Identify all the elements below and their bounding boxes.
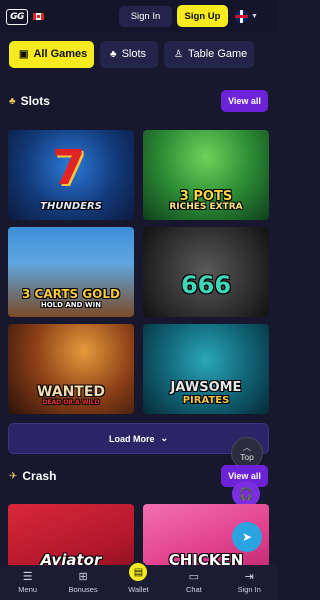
nav-menu[interactable]: ☰ Menu <box>2 571 54 594</box>
section-title: Crash <box>22 469 57 483</box>
game-subtitle: HOLD AND WIN <box>40 301 102 309</box>
section-title: Slots <box>20 94 50 108</box>
game-subtitle: DEAD OR A WILD <box>42 399 100 406</box>
brand-logo[interactable]: GG <box>6 8 28 25</box>
game-title: 666 <box>180 271 232 299</box>
slots-view-all-button[interactable]: View all <box>221 90 268 112</box>
nav-label: Bonuses <box>68 585 98 594</box>
signin-icon: ⇥ <box>244 571 254 583</box>
game-title: JAWSOME PIRATES <box>171 381 242 414</box>
table-icon: ♙ <box>174 48 183 60</box>
menu-icon: ☰ <box>22 571 33 583</box>
game-tile-3-pots[interactable]: 3 POTS RICHES EXTRA <box>143 130 269 220</box>
slots-icon: ♣ <box>110 48 117 60</box>
tab-all-games[interactable]: ▣ All Games <box>9 40 94 68</box>
tab-table-games[interactable]: ♙ Table Game <box>164 40 254 68</box>
nav-chat[interactable]: ▭ Chat <box>168 571 220 594</box>
slots-section-header: ♣ Slots View all <box>0 88 277 114</box>
game-title: 3 POTS RICHES EXTRA <box>169 190 242 220</box>
game-tile-thunders[interactable]: 7 THUNDERS <box>8 130 134 220</box>
nav-bonuses[interactable]: ⊞ Bonuses <box>57 571 109 594</box>
chevron-down-icon: ▼ <box>251 13 258 20</box>
tab-label: All Games <box>33 48 88 60</box>
game-subtitle: RICHES EXTRA <box>169 202 243 212</box>
rocket-icon: ✈ <box>9 470 18 482</box>
nav-label: Chat <box>185 585 202 594</box>
nav-sign-in[interactable]: ⇥ Sign In <box>223 571 275 594</box>
game-title: THUNDERS <box>40 201 102 212</box>
game-art-seven: 7 <box>52 140 86 196</box>
uk-flag-icon <box>235 10 248 23</box>
game-tile-3-carts-gold[interactable]: 3 CARTS GOLD HOLD AND WIN <box>8 227 134 317</box>
game-tile-wanted[interactable]: WANTED DEAD OR A WILD <box>8 324 134 414</box>
tab-label: Slots <box>121 48 147 60</box>
game-title-main: WANTED <box>36 384 106 400</box>
game-tile-aviator[interactable]: Aviator <box>8 504 134 570</box>
top-header: GG Sign In Sign Up ▼ <box>0 0 277 33</box>
nav-wallet[interactable]: ▤ Wallet <box>112 561 164 594</box>
game-tile-jawsome-pirates[interactable]: JAWSOME PIRATES <box>143 324 269 414</box>
nav-label: Wallet <box>128 585 149 594</box>
load-more-button[interactable]: Load More ⌄ <box>8 423 269 454</box>
canada-flag-icon <box>33 13 44 20</box>
chat-icon: ▭ <box>188 571 200 583</box>
tab-label: Table Game <box>187 48 248 60</box>
slots-icon: ♣ <box>9 95 16 107</box>
telegram-icon[interactable]: ➤ <box>232 522 262 552</box>
chevron-up-icon: ︿ <box>243 443 251 453</box>
nav-label: Sign In <box>237 585 261 594</box>
game-title: WANTED DEAD OR A WILD <box>37 385 105 414</box>
language-selector[interactable]: ▼ <box>235 10 258 23</box>
game-title-main: JAWSOME <box>170 380 242 395</box>
top-label: Top <box>240 452 254 463</box>
cards-icon: ▣ <box>19 48 29 60</box>
load-more-label: Load More <box>108 433 155 444</box>
game-title-main: 3 CARTS GOLD <box>22 287 120 301</box>
game-tile-666[interactable]: 666 <box>143 227 269 317</box>
sign-up-button[interactable]: Sign Up <box>177 5 228 27</box>
sign-in-button[interactable]: Sign In <box>119 6 172 27</box>
game-title: 3 CARTS GOLD HOLD AND WIN <box>22 288 120 317</box>
wallet-icon: ▤ <box>127 561 150 583</box>
category-tabs: ▣ All Games ♣ Slots ♙ Table Game <box>0 33 277 75</box>
game-subtitle: PIRATES <box>182 395 230 406</box>
nav-label: Menu <box>18 585 38 594</box>
gift-icon: ⊞ <box>78 571 88 583</box>
bottom-navigation: ☰ Menu ⊞ Bonuses ▤ Wallet ▭ Chat ⇥ Sign … <box>0 561 277 600</box>
chevron-down-icon: ⌄ <box>160 433 169 443</box>
tab-slots[interactable]: ♣ Slots <box>100 40 158 68</box>
